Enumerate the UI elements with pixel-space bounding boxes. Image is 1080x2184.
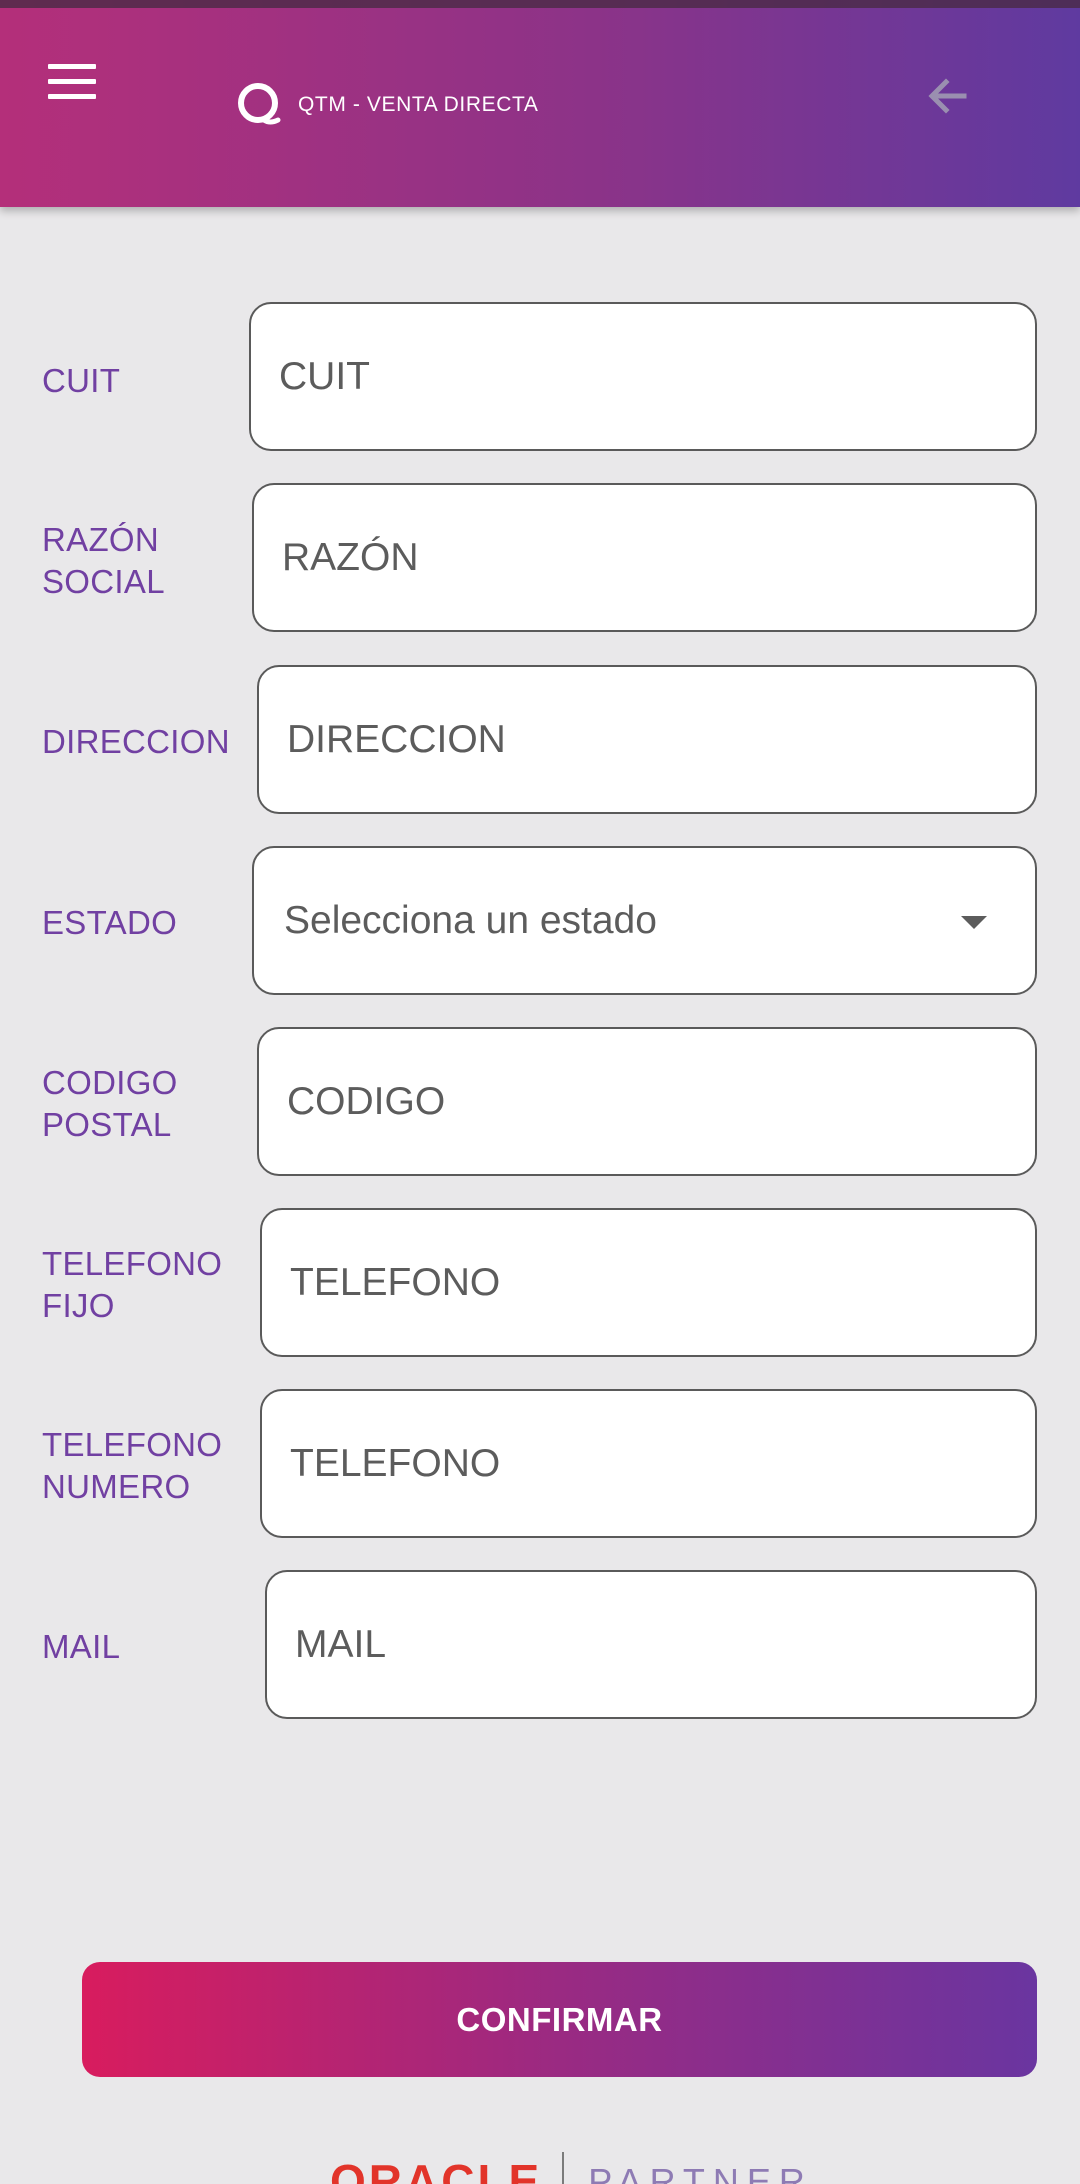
codigo-postal-input[interactable] [287, 1029, 1007, 1174]
q-logo-icon [238, 83, 281, 125]
razon-social-label: RAZÓN SOCIAL [42, 521, 165, 600]
partner-divider [562, 2152, 565, 2184]
oracle-wordmark: ORACLE [330, 2155, 543, 2184]
cuit-input[interactable] [279, 304, 1007, 449]
partner-wordmark: PARTNER [588, 2161, 813, 2184]
telefono-numero-field[interactable] [260, 1389, 1037, 1538]
hamburger-menu-icon[interactable] [48, 64, 100, 104]
oracle-partner-logo: ORACLE PARTNER [330, 2150, 813, 2184]
confirm-button[interactable]: CONFIRMAR [82, 1962, 1037, 2077]
codigo-postal-label: CODIGO POSTAL [42, 1064, 178, 1143]
arrow-left-icon[interactable] [920, 68, 976, 124]
razon-social-input[interactable] [282, 485, 1007, 630]
dropdown-caret-icon[interactable] [961, 916, 987, 929]
telefono-numero-label: TELEFONO NUMERO [42, 1426, 223, 1505]
app-title: QTM - VENTA DIRECTA [298, 93, 539, 116]
telefono-fijo-field[interactable] [260, 1208, 1037, 1357]
mail-field[interactable] [265, 1570, 1037, 1719]
telefono-fijo-input[interactable] [290, 1210, 1007, 1355]
telefono-numero-input[interactable] [290, 1391, 1007, 1536]
mail-label: MAIL [42, 1628, 121, 1665]
status-strip [0, 0, 1080, 8]
razon-social-field[interactable] [252, 483, 1037, 632]
direccion-input[interactable] [287, 667, 1007, 812]
mail-input[interactable] [295, 1572, 1007, 1717]
direccion-label: DIRECCION [42, 723, 230, 760]
cuit-label: CUIT [42, 362, 121, 399]
brand: QTM - VENTA DIRECTA [234, 80, 538, 130]
telefono-fijo-label: TELEFONO FIJO [42, 1245, 223, 1324]
estado-select[interactable]: Selecciona un estado [252, 846, 1037, 995]
cuit-field[interactable] [249, 302, 1037, 451]
direccion-field[interactable] [257, 665, 1037, 814]
codigo-postal-field[interactable] [257, 1027, 1037, 1176]
app-header: QTM - VENTA DIRECTA [0, 0, 1080, 207]
estado-label: ESTADO [42, 904, 178, 941]
estado-select-value: Selecciona un estado [284, 898, 657, 942]
